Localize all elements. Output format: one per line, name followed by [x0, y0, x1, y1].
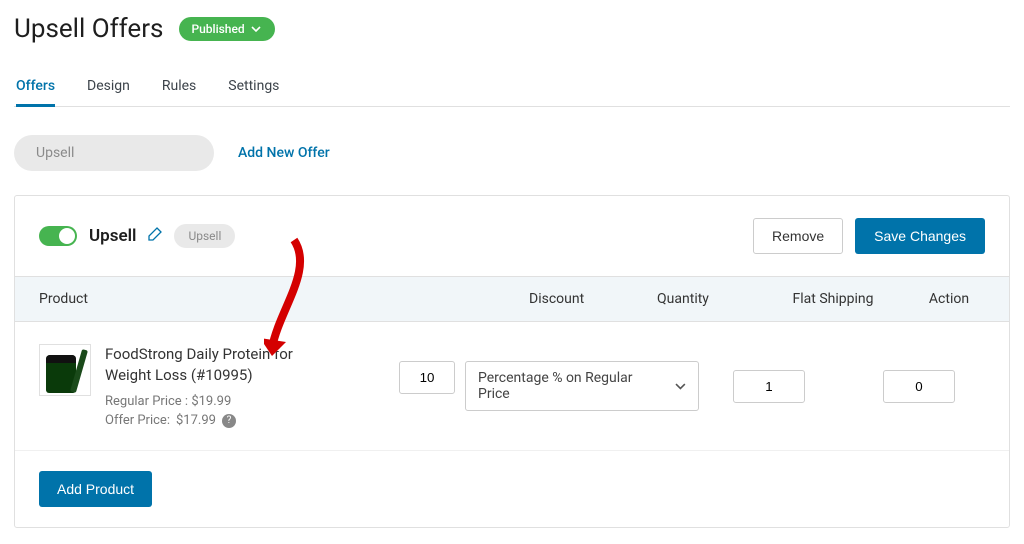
offer-price: Offer Price: $17.99 ? — [105, 413, 315, 428]
shipping-input[interactable] — [883, 370, 955, 403]
table-row: FoodStrong Daily Protein for Weight Loss… — [15, 322, 1009, 451]
add-product-button[interactable]: Add Product — [39, 471, 152, 507]
add-offer-link[interactable]: Add New Offer — [238, 145, 330, 161]
col-action: Action — [913, 291, 985, 307]
offer-pill[interactable]: Upsell — [14, 135, 214, 171]
offer-toggle[interactable] — [39, 226, 77, 246]
table-header: Product Discount Quantity Flat Shipping … — [15, 276, 1009, 322]
tab-offers[interactable]: Offers — [16, 68, 55, 107]
status-badge[interactable]: Published — [179, 17, 274, 41]
help-icon[interactable]: ? — [222, 414, 236, 428]
product-name: FoodStrong Daily Protein for Weight Loss… — [105, 344, 315, 386]
col-quantity: Quantity — [613, 291, 753, 307]
tab-rules[interactable]: Rules — [162, 68, 196, 107]
discount-type-label: Percentage % on Regular Price — [478, 370, 665, 402]
tab-design[interactable]: Design — [87, 68, 130, 107]
save-button[interactable]: Save Changes — [855, 218, 985, 254]
edit-icon[interactable] — [148, 227, 162, 245]
discount-value-input[interactable] — [399, 361, 455, 394]
col-product: Product — [39, 291, 399, 307]
card-title: Upsell — [89, 226, 136, 246]
tab-settings[interactable]: Settings — [228, 68, 279, 107]
offer-card: Upsell Upsell Remove Save Changes Produc… — [14, 195, 1010, 528]
chevron-down-icon — [675, 383, 686, 390]
status-text: Published — [191, 22, 244, 36]
product-thumbnail — [39, 344, 91, 396]
col-discount: Discount — [399, 291, 613, 307]
chevron-down-icon — [251, 26, 261, 32]
col-shipping: Flat Shipping — [753, 291, 913, 307]
regular-price: Regular Price : $19.99 — [105, 394, 315, 409]
remove-button[interactable]: Remove — [753, 218, 843, 254]
discount-type-select[interactable]: Percentage % on Regular Price — [465, 361, 699, 411]
tabs: Offers Design Rules Settings — [14, 68, 1010, 107]
offer-type-pill: Upsell — [174, 224, 235, 248]
quantity-input[interactable] — [733, 370, 805, 403]
page-title: Upsell Offers — [14, 14, 163, 44]
